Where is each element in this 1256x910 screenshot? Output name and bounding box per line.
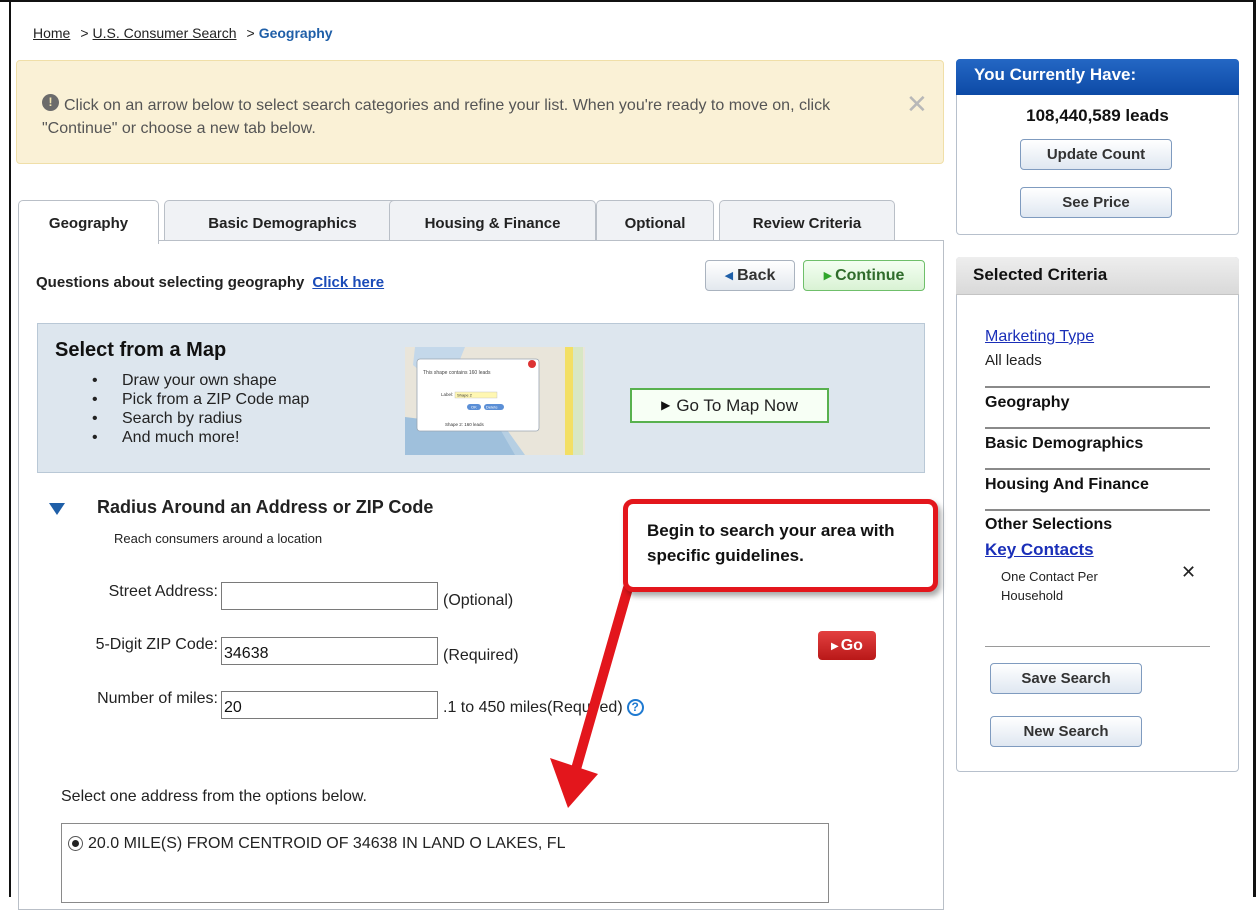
breadcrumb-separator: > [246, 25, 255, 41]
marketing-type-value: All leads [985, 352, 1042, 369]
tab-review-criteria[interactable]: Review Criteria [719, 200, 895, 242]
save-search-button[interactable]: Save Search [990, 663, 1142, 694]
back-label: Back [737, 267, 776, 284]
play-icon: ▶ [661, 398, 671, 412]
thumb-popup-text: This shape contains 160 leads [423, 370, 491, 376]
selected-criteria-title: Selected Criteria [956, 257, 1239, 295]
tab-optional[interactable]: Optional [596, 200, 714, 242]
marketing-type-link[interactable]: Marketing Type [985, 328, 1094, 346]
address-options-label: Select one address from the options belo… [61, 788, 367, 805]
new-search-button[interactable]: New Search [990, 716, 1142, 747]
breadcrumb-home-link[interactable]: Home [33, 25, 70, 41]
map-thumbnail[interactable]: This shape contains 160 leads Label: Sha… [405, 347, 585, 455]
breadcrumb-search-link[interactable]: U.S. Consumer Search [93, 25, 237, 41]
map-feature-list: Draw your own shape Pick from a ZIP Code… [92, 371, 309, 447]
radius-section-subtitle: Reach consumers around a location [114, 531, 323, 546]
lead-count-title: You Currently Have: [956, 59, 1239, 95]
address-option-radio[interactable] [68, 836, 83, 851]
see-price-button[interactable]: See Price [1020, 187, 1172, 218]
click-here-link[interactable]: Click here [312, 274, 384, 291]
go-to-map-button[interactable]: ▶ Go To Map Now [630, 388, 829, 423]
list-item: Search by radius [92, 409, 309, 428]
play-icon: ▶ [831, 641, 839, 652]
lead-count-value: 108,440,589 leads [1026, 106, 1169, 125]
thumb-label-value: Shape 2 [457, 393, 473, 398]
remove-criteria-icon[interactable]: ✕ [1181, 562, 1196, 583]
list-item: Pick from a ZIP Code map [92, 390, 309, 409]
right-arrow-icon: ▶ [823, 270, 833, 282]
key-contacts-value: One Contact Per Household [1001, 569, 1098, 603]
street-address-note: (Optional) [443, 592, 514, 609]
geography-help-text: Questions about selecting geography Click… [36, 274, 384, 291]
collapse-triangle-icon[interactable] [49, 503, 65, 515]
tab-geography[interactable]: Geography [18, 200, 159, 244]
criteria-other-selections: Other Selections [985, 516, 1113, 533]
continue-label: Continue [835, 267, 905, 284]
thumb-delete: Delete [486, 405, 498, 410]
help-question: Questions about selecting geography [36, 274, 305, 291]
annotation-arrow-icon [550, 583, 633, 808]
divider [985, 509, 1210, 511]
map-section-title: Select from a Map [55, 339, 227, 361]
notice-message: Click on an arrow below to select search… [42, 97, 831, 137]
screenshot-frame-top [0, 0, 1256, 2]
go-button[interactable]: ▶ Go [818, 631, 876, 660]
divider [985, 646, 1210, 647]
miles-input[interactable] [221, 691, 438, 719]
criteria-geography: Geography [985, 394, 1070, 411]
miles-label: Number of miles: [97, 690, 218, 707]
zip-code-note: (Required) [443, 647, 519, 664]
thumb-shape-label: Shape 2: 160 leads [445, 422, 485, 427]
left-arrow-icon: ◀ [724, 270, 734, 282]
breadcrumb-current: Geography [258, 25, 333, 41]
back-button[interactable]: ◀ Back [705, 260, 795, 291]
tab-basic-demographics[interactable]: Basic Demographics [164, 200, 401, 242]
close-icon[interactable]: ✕ [906, 91, 928, 117]
go-label: Go [840, 637, 863, 654]
thumb-label: Label: [441, 392, 453, 397]
go-to-map-label: Go To Map Now [676, 396, 798, 415]
divider [985, 468, 1210, 470]
divider [985, 427, 1210, 429]
breadcrumb: Home > U.S. Consumer Search > Geography [33, 25, 333, 41]
callout-text: Begin to search your area with specific … [647, 521, 895, 565]
breadcrumb-separator: > [80, 25, 89, 41]
list-item: Draw your own shape [92, 371, 309, 390]
radius-section-title: Radius Around an Address or ZIP Code [97, 497, 434, 517]
list-item: And much more! [92, 428, 309, 447]
tab-housing-finance[interactable]: Housing & Finance [389, 200, 596, 242]
info-notice: ! Click on an arrow below to select sear… [16, 60, 944, 164]
zip-code-input[interactable] [221, 637, 438, 665]
criteria-housing-finance: Housing And Finance [985, 476, 1149, 493]
thumb-ok: OK [471, 405, 477, 410]
update-count-button[interactable]: Update Count [1020, 139, 1172, 170]
address-option-text[interactable]: 20.0 MILE(S) FROM CENTROID OF 34638 IN L… [88, 835, 565, 853]
divider [985, 386, 1210, 388]
street-address-label: Street Address: [108, 583, 218, 600]
key-contacts-link[interactable]: Key Contacts [985, 540, 1094, 560]
criteria-basic-demographics: Basic Demographics [985, 435, 1144, 452]
annotation-callout: Begin to search your area with specific … [623, 499, 938, 592]
continue-button[interactable]: ▶ Continue [803, 260, 925, 291]
zip-code-label: 5-Digit ZIP Code: [95, 636, 218, 653]
screenshot-frame-left [9, 0, 11, 897]
street-address-input[interactable] [221, 582, 438, 610]
